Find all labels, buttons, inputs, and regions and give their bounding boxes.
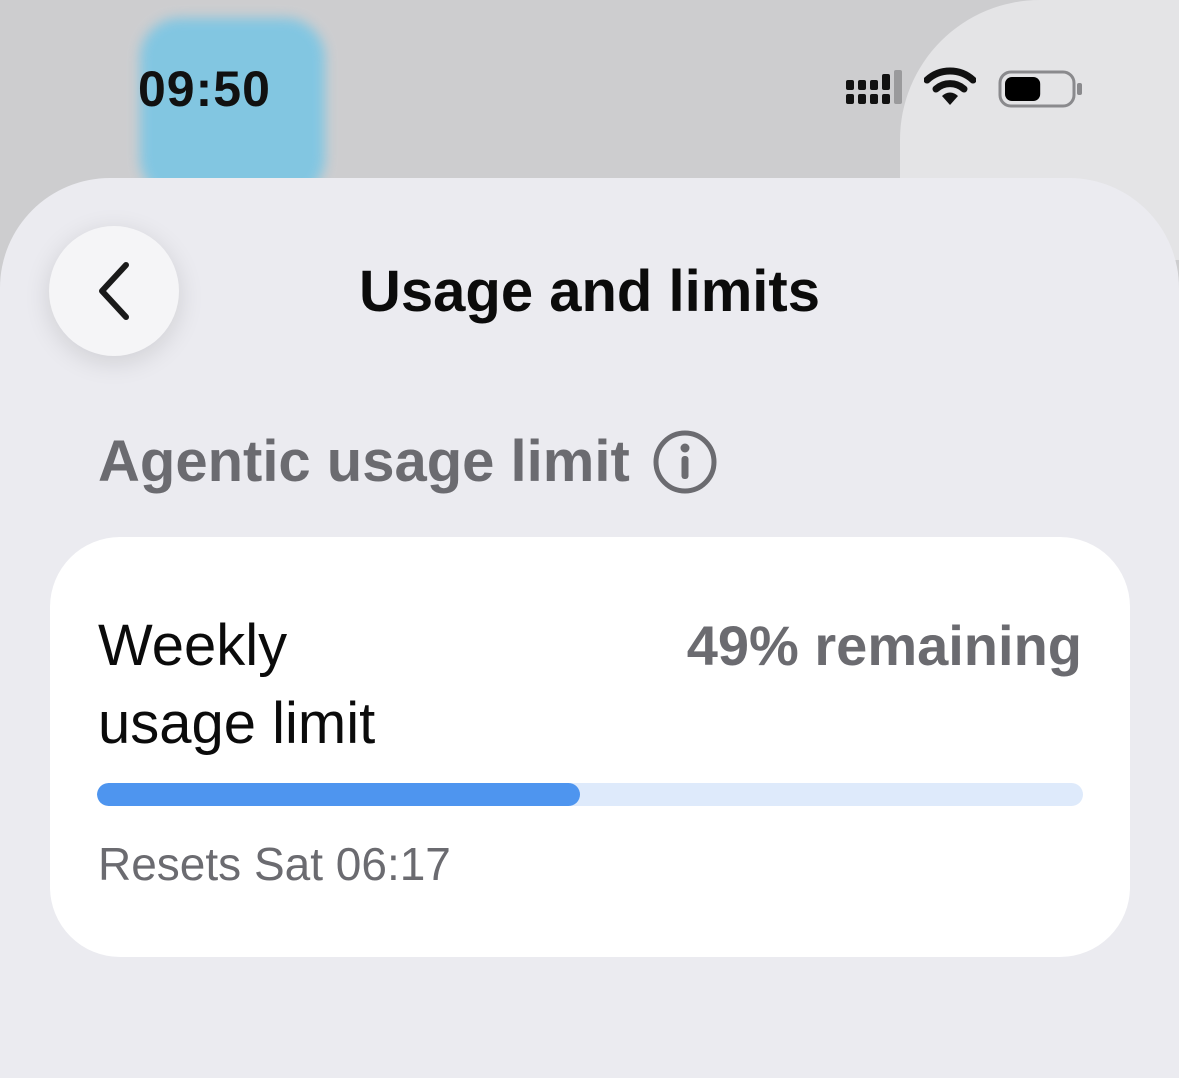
usage-limit-card: Weekly usage limit 49% remaining Resets … (50, 537, 1130, 957)
usage-limit-label: Weekly usage limit (98, 613, 376, 756)
status-time: 09:50 (138, 61, 271, 117)
battery-icon (998, 70, 1082, 108)
wifi-icon (924, 67, 976, 105)
cellular-signal-icon (846, 70, 902, 104)
reset-time: Resets Sat 06:17 (98, 838, 451, 890)
usage-progress-fill (97, 783, 581, 806)
usage-progress-bar (97, 783, 1083, 806)
page-title: Usage and limits (359, 259, 820, 324)
usage-sheet: Usage and limits Agentic usage limit Wee… (0, 178, 1179, 1078)
section-header: Agentic usage limit (98, 428, 718, 495)
status-bar: 09:50 (0, 0, 1179, 198)
remaining-percentage: 49% remaining (686, 614, 1082, 677)
info-icon[interactable] (652, 429, 718, 495)
section-title: Agentic usage limit (98, 429, 630, 494)
